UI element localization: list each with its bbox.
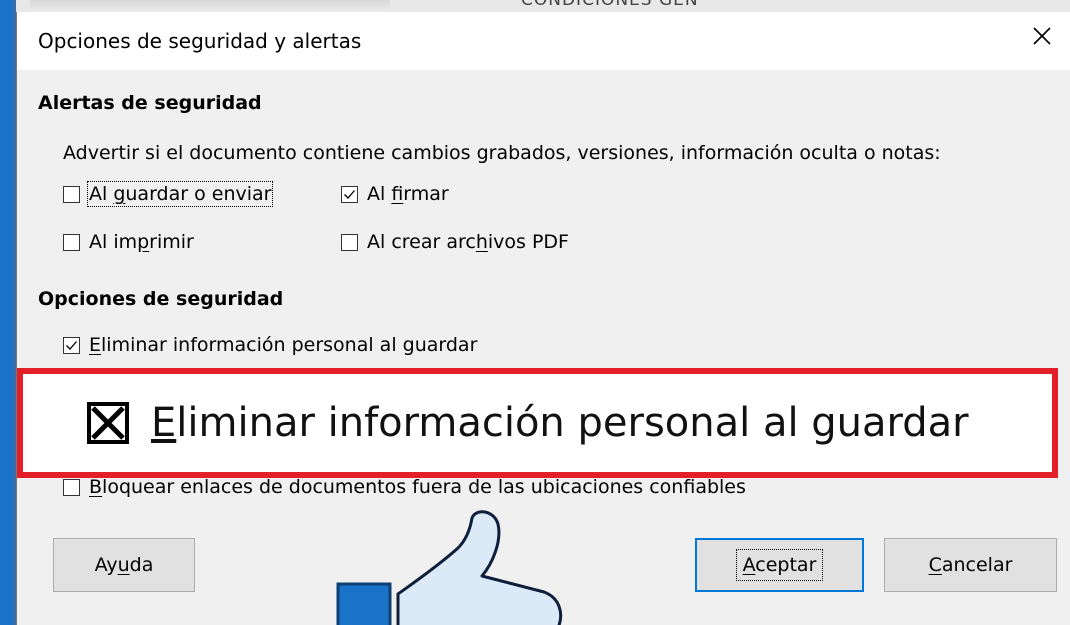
zoomed-checkbox-label: Eliminar información personal al guardar bbox=[151, 400, 969, 446]
zoomed-checkbox-remove-personal-info: Eliminar información personal al guardar bbox=[87, 400, 969, 446]
background-window-edge bbox=[0, 0, 12, 625]
checkbox-on-printing[interactable]: Al imprimir bbox=[63, 231, 194, 253]
checkbox-box[interactable] bbox=[341, 185, 358, 203]
zoomed-checkbox-box bbox=[87, 402, 129, 444]
security-alerts-heading: Alertas de seguridad bbox=[38, 92, 262, 114]
thumbs-up-icon bbox=[336, 510, 563, 625]
cancel-button-label: Cancelar bbox=[928, 554, 1013, 576]
checkbox-label: Al firmar bbox=[367, 183, 449, 205]
dialog-title: Opciones de seguridad y alertas bbox=[38, 29, 362, 53]
help-button-label: Ayuda bbox=[94, 554, 154, 576]
background-document-text: CONDICIONES GEN bbox=[521, 0, 699, 10]
zoom-highlight-callout: Eliminar información personal al guardar bbox=[17, 368, 1058, 478]
dialog-titlebar: Opciones de seguridad y alertas bbox=[17, 12, 1070, 70]
checkbox-label: Al crear archivos PDF bbox=[367, 231, 569, 253]
checkbox-label: Bloquear enlaces de documentos fuera de … bbox=[89, 476, 746, 498]
checkbox-label: Al guardar o enviar bbox=[86, 181, 274, 207]
checkbox-box[interactable] bbox=[63, 185, 80, 203]
checkbox-label: Al imprimir bbox=[89, 231, 194, 253]
security-options-heading: Opciones de seguridad bbox=[38, 288, 284, 310]
checkbox-remove-personal-info[interactable]: Eliminar información personal al guardar bbox=[63, 334, 477, 356]
checkmark-icon bbox=[66, 340, 77, 350]
close-icon bbox=[1033, 27, 1051, 45]
checkbox-box[interactable] bbox=[341, 233, 358, 251]
cancel-button[interactable]: Cancelar bbox=[884, 538, 1057, 592]
cross-check-icon bbox=[91, 406, 125, 440]
close-button[interactable] bbox=[1013, 12, 1070, 60]
accept-button[interactable]: Aceptar bbox=[695, 538, 864, 592]
accept-button-label: Aceptar bbox=[735, 549, 824, 581]
checkbox-on-creating-pdf[interactable]: Al crear archivos PDF bbox=[341, 231, 569, 253]
checkbox-label: Eliminar información personal al guardar bbox=[89, 334, 478, 356]
checkbox-box[interactable] bbox=[63, 336, 80, 354]
checkbox-box[interactable] bbox=[63, 478, 80, 496]
security-alerts-description: Advertir si el documento contiene cambio… bbox=[63, 142, 941, 164]
checkbox-block-untrusted-links[interactable]: Bloquear enlaces de documentos fuera de … bbox=[63, 476, 746, 498]
help-button[interactable]: Ayuda bbox=[53, 538, 195, 592]
checkbox-on-save-or-send[interactable]: Al guardar o enviar bbox=[63, 181, 274, 207]
checkmark-icon bbox=[344, 189, 355, 199]
checkbox-box[interactable] bbox=[63, 233, 80, 251]
checkbox-on-signing[interactable]: Al firmar bbox=[341, 183, 449, 205]
